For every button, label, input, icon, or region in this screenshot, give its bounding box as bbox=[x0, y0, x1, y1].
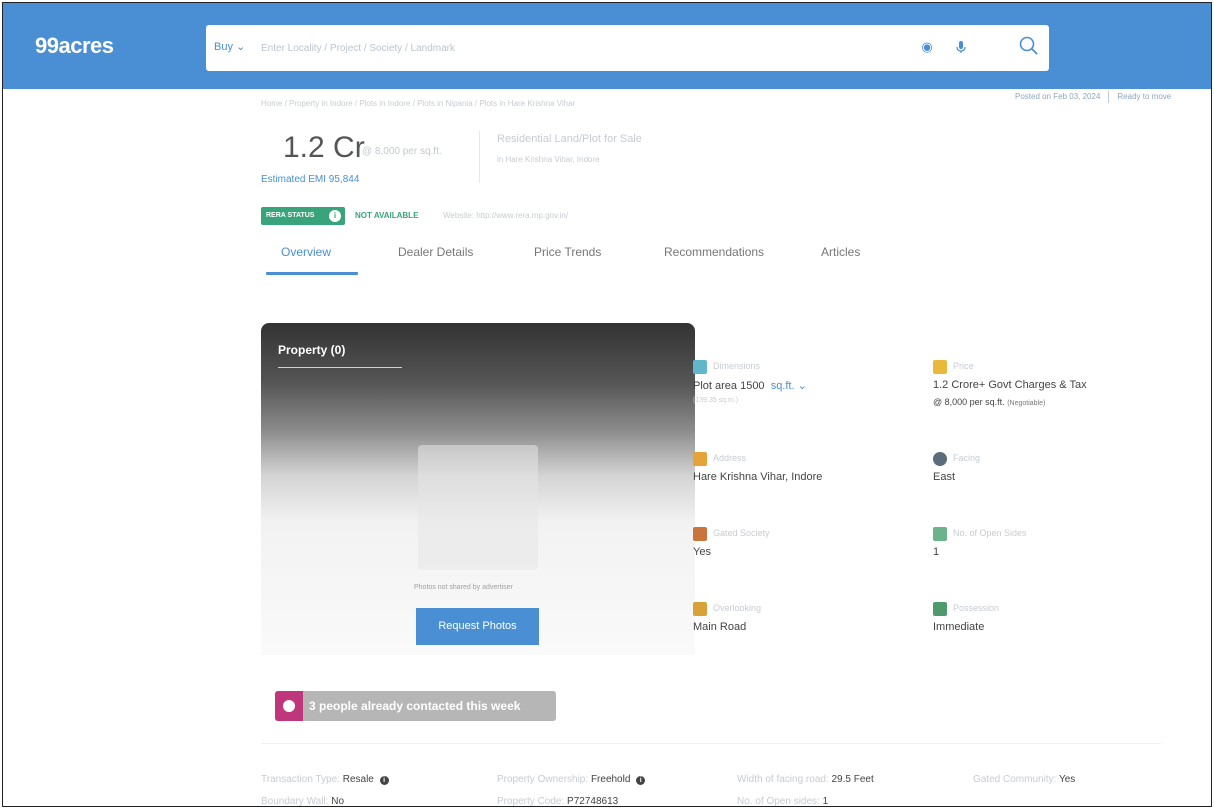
contacted-text: 3 people already contacted this week bbox=[309, 699, 521, 713]
fact-transaction-type: Transaction Type: Resale i bbox=[261, 774, 389, 785]
detail-value: East bbox=[933, 471, 956, 483]
chevron-down-icon: ⌄ bbox=[794, 380, 807, 392]
detail-value: Main Road bbox=[693, 621, 747, 633]
signpost-icon bbox=[693, 452, 707, 466]
price-tag-icon bbox=[933, 360, 947, 374]
divider bbox=[1108, 91, 1110, 103]
fact-value: 1 bbox=[822, 796, 829, 807]
detail-label: Facing bbox=[953, 453, 981, 463]
photos-note: Photos not shared by advertiser bbox=[414, 584, 513, 591]
detail-label: Address bbox=[713, 453, 747, 463]
detail-value: 1 bbox=[933, 546, 940, 558]
detail-label: Gated Society bbox=[713, 528, 770, 538]
detail-value: Yes bbox=[693, 546, 711, 558]
fact-boundary-wall: Boundary Wall: No bbox=[261, 796, 345, 807]
detail-value: Plot area 1500 sq.ft. ⌄ bbox=[693, 379, 807, 392]
fact-value: Resale bbox=[342, 774, 374, 785]
search-bar: Buy ⌄ ◉ bbox=[206, 25, 1049, 71]
fact-value: 29.5 Feet bbox=[831, 774, 874, 785]
placeholder-image bbox=[418, 445, 538, 570]
plot-area: Plot area 1500 bbox=[693, 380, 765, 392]
buy-dropdown[interactable]: Buy ⌄ bbox=[214, 40, 245, 53]
divider bbox=[261, 743, 1161, 744]
price-value: 1.2 Cr bbox=[283, 131, 365, 164]
price-per-sqft: @ 8,000 per sq.ft. bbox=[362, 146, 442, 157]
fact-label: No. of Open sides: bbox=[737, 796, 820, 807]
gate-icon bbox=[693, 527, 707, 541]
fact-value: P72748613 bbox=[567, 796, 619, 807]
possession-icon bbox=[933, 602, 947, 616]
posted-date: Posted on Feb 03, 2024 bbox=[1015, 92, 1101, 102]
detail-subvalue: (139.35 sq.m.) bbox=[693, 397, 739, 404]
breadcrumb[interactable]: Home / Property in Indore / Plots in Ind… bbox=[261, 99, 575, 108]
open-sides-icon bbox=[933, 527, 947, 541]
site-logo[interactable]: 99acres bbox=[35, 33, 114, 59]
fact-label: Gated Community: bbox=[973, 774, 1057, 785]
search-input[interactable] bbox=[261, 35, 901, 61]
fact-label: Boundary Wall: bbox=[261, 796, 329, 807]
fact-label: Property Code: bbox=[497, 796, 565, 807]
contacted-banner: 3 people already contacted this week bbox=[275, 691, 556, 721]
detail-label: Possession bbox=[953, 603, 1000, 613]
property-type: Residential Land/Plot for Sale bbox=[497, 133, 642, 145]
buy-label: Buy bbox=[214, 41, 233, 53]
fact-ownership: Property Ownership: Freehold i bbox=[497, 774, 646, 785]
fact-value: Yes bbox=[1058, 774, 1076, 785]
detail-label: Price bbox=[953, 361, 974, 371]
dimensions-icon bbox=[693, 360, 707, 374]
rera-website[interactable]: Website: http://www.rera.mp.gov.in/ bbox=[443, 211, 568, 220]
compass-icon bbox=[933, 452, 947, 466]
search-icon[interactable] bbox=[1018, 35, 1040, 57]
fact-property-code: Property Code: P72748613 bbox=[497, 796, 619, 807]
detail-label: No. of Open Sides bbox=[953, 528, 1027, 538]
microphone-icon[interactable] bbox=[954, 40, 968, 54]
window-icon bbox=[693, 602, 707, 616]
info-icon[interactable]: i bbox=[636, 776, 646, 785]
location-target-icon[interactable]: ◉ bbox=[920, 40, 934, 54]
posted-info: Posted on Feb 03, 2024 Ready to move bbox=[1015, 91, 1171, 103]
property-location: in Hare Krishna Vihar, Indore bbox=[497, 155, 600, 164]
detail-label: Dimensions bbox=[713, 361, 761, 371]
tab-articles[interactable]: Articles bbox=[821, 245, 860, 259]
active-tab-indicator bbox=[266, 272, 358, 275]
fact-value: No bbox=[331, 796, 345, 807]
detail-value: 1.2 Crore+ Govt Charges & Tax bbox=[933, 379, 1087, 391]
tab-recommendations[interactable]: Recommendations bbox=[664, 245, 764, 259]
detail-value: Hare Krishna Vihar, Indore bbox=[693, 471, 823, 483]
unit-dropdown[interactable]: sq.ft. bbox=[771, 380, 795, 392]
divider bbox=[479, 131, 480, 183]
detail-value: Immediate bbox=[933, 621, 985, 633]
detail-label: Overlooking bbox=[713, 603, 762, 613]
fact-label: Transaction Type: bbox=[261, 774, 340, 785]
page-frame: 99acres Buy ⌄ ◉ Home / Property in Indor… bbox=[2, 2, 1212, 807]
fact-open-sides: No. of Open sides: 1 bbox=[737, 796, 829, 807]
tab-overview[interactable]: Overview bbox=[281, 245, 331, 259]
fact-label: Property Ownership: bbox=[497, 774, 589, 785]
negotiable-note: (Negotiable) bbox=[1007, 400, 1046, 407]
rera-availability: NOT AVAILABLE bbox=[355, 211, 419, 220]
clock-icon bbox=[275, 691, 303, 721]
tab-dealer-details[interactable]: Dealer Details bbox=[398, 245, 473, 259]
rera-badge-label: RERA STATUS bbox=[266, 212, 315, 219]
price-rate: @ 8,000 per sq.ft. bbox=[933, 397, 1005, 407]
tab-price-trends[interactable]: Price Trends bbox=[534, 245, 601, 259]
ready-status: Ready to move bbox=[1117, 92, 1172, 102]
fact-gated-community: Gated Community: Yes bbox=[973, 774, 1075, 785]
chevron-down-icon: ⌄ bbox=[236, 41, 246, 53]
detail-subvalue: @ 8,000 per sq.ft. (Negotiable) bbox=[933, 397, 1045, 407]
request-photos-button[interactable]: Request Photos bbox=[416, 608, 539, 645]
info-icon[interactable]: i bbox=[379, 776, 389, 785]
estimated-emi-link[interactable]: Estimated EMI 95,844 bbox=[261, 174, 359, 185]
gallery-title: Property (0) bbox=[278, 343, 346, 357]
property-gallery: Property (0) Photos not shared by advert… bbox=[261, 323, 695, 655]
rera-status-badge: RERA STATUS i bbox=[261, 207, 345, 225]
fact-road-width: Width of facing road: 29.5 Feet bbox=[737, 774, 874, 785]
fact-label: Width of facing road: bbox=[737, 774, 829, 785]
top-header: 99acres Buy ⌄ ◉ bbox=[3, 3, 1211, 89]
gallery-title-underline bbox=[278, 367, 402, 368]
fact-value: Freehold bbox=[590, 774, 631, 785]
info-icon[interactable]: i bbox=[329, 210, 341, 222]
